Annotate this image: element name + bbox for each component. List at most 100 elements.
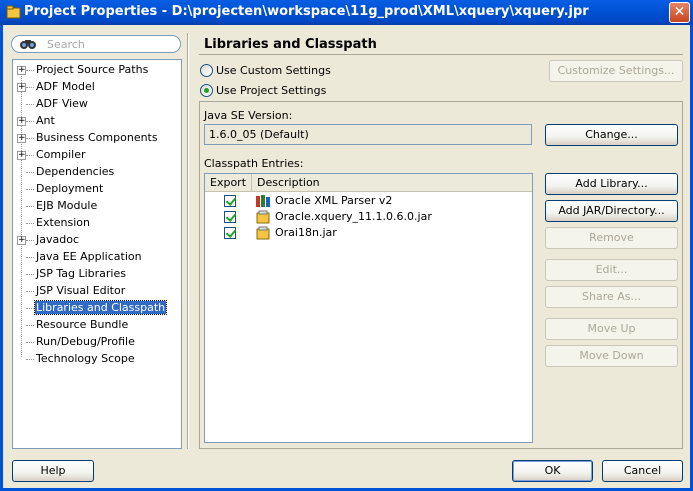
window-title: Project Properties - D:\projecten\worksp…: [24, 4, 589, 19]
tree-item[interactable]: EJB Module: [13, 198, 181, 215]
tree-item-label: Technology Scope: [36, 352, 135, 365]
tree-item-label: JSP Tag Libraries: [36, 267, 126, 280]
page-title: Libraries and Classpath: [204, 37, 377, 52]
tree-connector: [26, 223, 34, 224]
edit-button[interactable]: Edit...: [545, 259, 678, 281]
table-row[interactable]: Orai18n.jar: [205, 225, 532, 241]
tree-connector: [26, 155, 34, 156]
close-icon: ✕: [673, 4, 686, 20]
tree-item[interactable]: Resource Bundle: [13, 317, 181, 334]
tree-item[interactable]: Extension: [13, 215, 181, 232]
tree-item-label: ADF View: [36, 97, 88, 110]
tree-item-label: Libraries and Classpath: [33, 300, 168, 315]
column-header-export[interactable]: Export: [205, 174, 252, 192]
tree-item-label: Dependencies: [36, 165, 115, 178]
search-placeholder: Search: [47, 38, 85, 51]
title-bar: Project Properties - D:\projecten\worksp…: [0, 0, 693, 25]
tree-item[interactable]: ADF View: [13, 96, 181, 113]
tree-connector: [26, 70, 34, 71]
help-button[interactable]: Help: [12, 460, 94, 482]
tree-connector: [26, 206, 34, 207]
tree-item-label: Resource Bundle: [36, 318, 129, 331]
tree-item-label: Javadoc: [36, 233, 79, 246]
export-checkbox[interactable]: [224, 227, 236, 239]
tree-connector: [26, 138, 34, 139]
tree-connector: [26, 257, 34, 258]
tree-item[interactable]: + Javadoc: [13, 232, 181, 249]
tree-connector: [26, 104, 34, 105]
settings-tree[interactable]: + Project Source Paths + ADF Model ADF View +…: [12, 59, 182, 449]
tree-item-label: Business Components: [36, 131, 158, 144]
move-up-button[interactable]: Move Up: [545, 318, 678, 340]
tree-item-label: Ant: [36, 114, 55, 127]
table-row[interactable]: Oracle XML Parser v2: [205, 193, 532, 209]
add-jar-directory-button[interactable]: Add JAR/Directory...: [545, 200, 678, 222]
column-header-description[interactable]: Description: [252, 174, 532, 192]
cancel-button[interactable]: Cancel: [602, 460, 683, 482]
pane-splitter[interactable]: [187, 33, 189, 449]
tree-item[interactable]: Dependencies: [13, 164, 181, 181]
binoculars-icon: [20, 40, 36, 49]
tree-item[interactable]: Technology Scope: [13, 351, 181, 368]
tree-item[interactable]: JSP Tag Libraries: [13, 266, 181, 283]
expand-icon[interactable]: +: [17, 66, 26, 75]
entry-description: Oracle XML Parser v2: [275, 194, 393, 207]
jar-icon: [256, 210, 270, 224]
entry-description: Orai18n.jar: [275, 226, 337, 239]
tree-item[interactable]: + ADF Model: [13, 79, 181, 96]
app-icon: [6, 5, 21, 19]
radio-label: Use Project Settings: [216, 84, 327, 97]
tree-connector: [26, 325, 34, 326]
tree-connector: [26, 274, 34, 275]
customize-settings-button[interactable]: Customize Settings...: [549, 60, 683, 82]
export-checkbox[interactable]: [224, 211, 236, 223]
tree-item-label: Run/Debug/Profile: [36, 335, 135, 348]
tree-item-label: EJB Module: [36, 199, 98, 212]
ok-button[interactable]: OK: [512, 460, 593, 482]
expand-icon[interactable]: +: [17, 151, 26, 160]
remove-button[interactable]: Remove: [545, 227, 678, 249]
tree-connector: [26, 342, 34, 343]
entry-description: Oracle.xquery_11.1.0.6.0.jar: [275, 210, 432, 223]
expand-icon[interactable]: +: [17, 134, 26, 143]
tree-item[interactable]: + Compiler: [13, 147, 181, 164]
tree-connector: [26, 308, 34, 309]
radio-circle: [200, 84, 213, 97]
close-button[interactable]: ✕: [669, 2, 690, 23]
table-row[interactable]: Oracle.xquery_11.1.0.6.0.jar: [205, 209, 532, 225]
classpath-table[interactable]: Export Description Oracle XML Parser v2 …: [204, 173, 533, 443]
library-icon: [256, 195, 270, 207]
tree-connector: [26, 189, 34, 190]
tree-connector: [26, 172, 34, 173]
tree-item[interactable]: JSP Visual Editor: [13, 283, 181, 300]
tree-item[interactable]: Run/Debug/Profile: [13, 334, 181, 351]
tree-item-label: Deployment: [36, 182, 104, 195]
move-down-button[interactable]: Move Down: [545, 345, 678, 367]
tree-item-label: JSP Visual Editor: [36, 284, 126, 297]
expand-icon[interactable]: +: [17, 83, 26, 92]
tree-item-label: Project Source Paths: [36, 63, 149, 76]
tree-connector: [26, 291, 34, 292]
tree-item-label: Compiler: [36, 148, 86, 161]
tree-item-label: Extension: [36, 216, 91, 229]
tree-item[interactable]: + Business Components: [13, 130, 181, 147]
change-button[interactable]: Change...: [545, 124, 678, 146]
radio-circle: [200, 64, 213, 77]
title-divider: [199, 54, 683, 55]
jar-icon: [256, 226, 270, 240]
add-library-button[interactable]: Add Library...: [545, 173, 678, 195]
java-se-version-field: 1.6.0_05 (Default): [204, 124, 532, 145]
tree-item[interactable]: + Ant: [13, 113, 181, 130]
tree-item[interactable]: Deployment: [13, 181, 181, 198]
expand-icon[interactable]: +: [17, 236, 26, 245]
tree-item[interactable]: + Project Source Paths: [13, 62, 181, 79]
export-checkbox[interactable]: [224, 195, 236, 207]
share-as-button[interactable]: Share As...: [545, 286, 678, 308]
table-header: Export Description: [205, 174, 532, 192]
radio-selected-dot: [204, 88, 209, 93]
radio-label: Use Custom Settings: [216, 64, 331, 77]
tree-item[interactable]: Libraries and Classpath: [13, 300, 181, 317]
search-field[interactable]: Search: [11, 35, 181, 53]
tree-item[interactable]: Java EE Application: [13, 249, 181, 266]
expand-icon[interactable]: +: [17, 117, 26, 126]
